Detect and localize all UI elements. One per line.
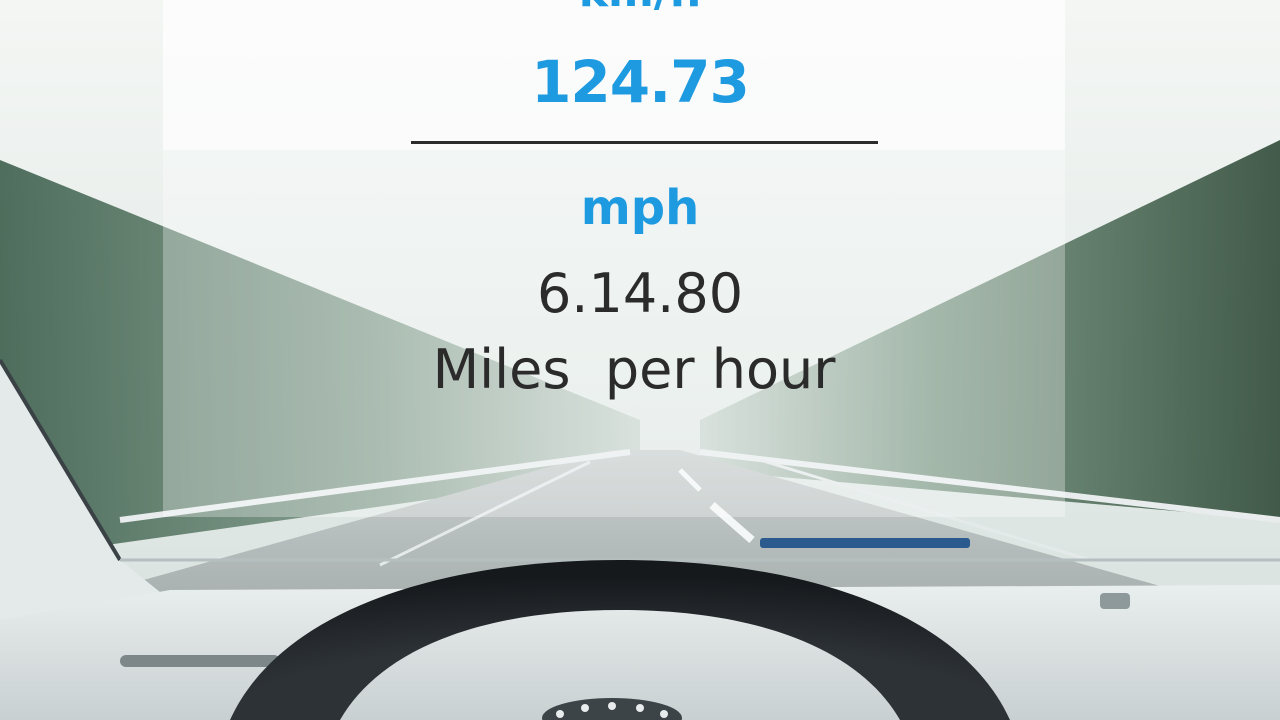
kmh-value: 124.73	[531, 48, 750, 116]
kmh-unit-label: km/h	[340, 0, 940, 17]
mph-unit-label: mph	[580, 180, 700, 236]
driver-view-scene: km/h 124.73 mph 6.14.80 Miles per hour	[0, 0, 1280, 720]
mph-value: 6.14.80	[536, 262, 744, 325]
divider-line	[411, 141, 878, 144]
mph-caption: Miles per hour	[432, 338, 836, 401]
